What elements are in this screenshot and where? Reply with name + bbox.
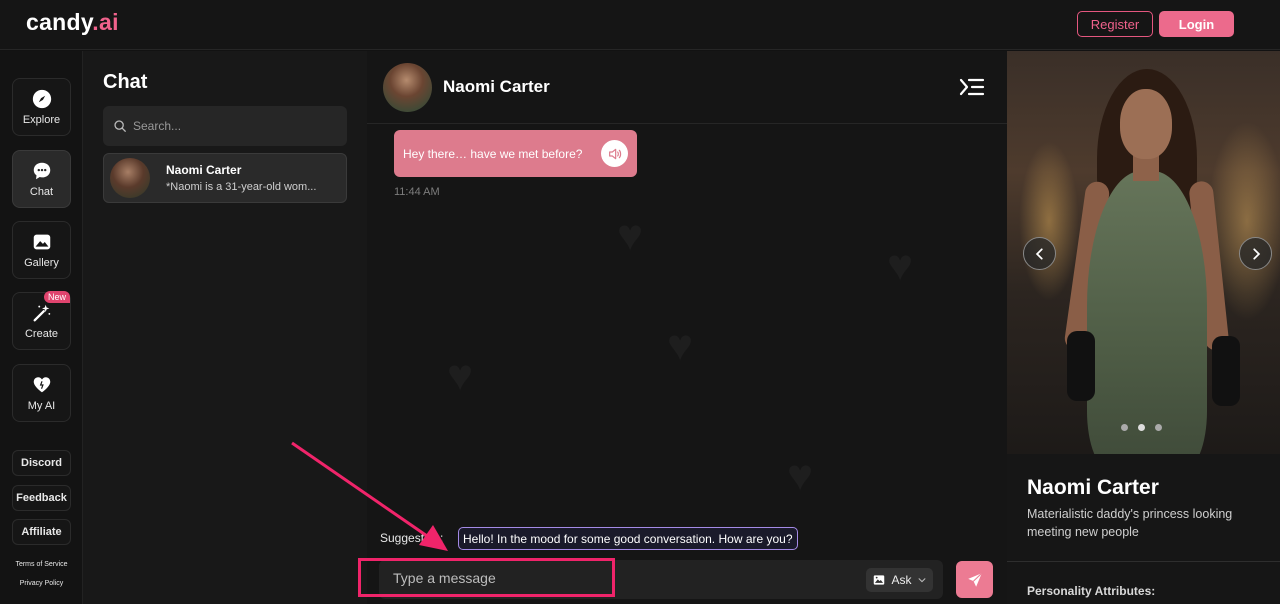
background-decoration: ♥ (887, 241, 914, 290)
logo[interactable]: candy.ai (26, 9, 119, 36)
nav-label: Create (24, 328, 59, 340)
carousel-prev-button[interactable] (1023, 237, 1056, 270)
search-icon (114, 120, 126, 132)
avatar (110, 158, 150, 198)
chevron-right-icon (1252, 247, 1260, 260)
profile-name: Naomi Carter (1027, 476, 1159, 499)
feedback-link[interactable]: Feedback (12, 485, 71, 511)
background-decoration: ♥ (447, 351, 474, 400)
nav-explore[interactable]: Explore (12, 78, 71, 136)
background-decoration: ♥ (667, 321, 694, 370)
chat-item-name: Naomi Carter (166, 163, 242, 177)
search-input[interactable] (133, 119, 333, 133)
chat-header: Naomi Carter (367, 51, 1007, 124)
chat-item-preview: *Naomi is a 31-year-old wom... (166, 181, 317, 193)
left-nav: Explore Chat Gallery New Create My AI Di… (0, 51, 83, 604)
nav-my-ai[interactable]: My AI (12, 364, 71, 422)
image-icon (874, 575, 885, 585)
register-button[interactable]: Register (1077, 11, 1153, 37)
background-decoration: ♥ (617, 211, 644, 260)
sidebar-toggle-icon[interactable] (959, 77, 985, 97)
login-button[interactable]: Login (1159, 11, 1234, 37)
search-box[interactable] (103, 106, 347, 146)
avatar[interactable] (383, 63, 432, 112)
chat-main: ♥ ♥ ♥ ♥ ♥ Naomi Carter Hey there… have w… (367, 51, 1007, 604)
chat-list-title: Chat (103, 71, 148, 93)
annotation-highlight-box (358, 558, 615, 597)
magic-wand-icon (33, 304, 50, 322)
discord-link[interactable]: Discord (12, 450, 71, 476)
nav-gallery[interactable]: Gallery (12, 221, 71, 279)
affiliate-link[interactable]: Affiliate (12, 519, 71, 545)
character-photo (1007, 51, 1280, 454)
suggestion-label: Suggestion: (380, 531, 444, 545)
nav-label: Explore (22, 114, 61, 126)
message-bubble: Hey there… have we met before? (394, 130, 637, 177)
ask-label: Ask (891, 573, 912, 587)
send-icon (967, 572, 982, 587)
profile-description: Materialistic daddy's princess looking m… (1027, 507, 1233, 539)
carousel-next-button[interactable] (1239, 237, 1272, 270)
new-badge: New (43, 291, 70, 303)
chat-list-panel: Chat Naomi Carter *Naomi is a 31-year-ol… (83, 51, 367, 604)
nav-label: Gallery (24, 257, 59, 269)
carousel-dots (1121, 424, 1162, 431)
nav-create[interactable]: New Create (12, 291, 71, 350)
nav-label: My AI (27, 400, 56, 412)
message-timestamp: 11:44 AM (394, 186, 440, 198)
carousel-dot[interactable] (1155, 424, 1162, 431)
suggestion-chip[interactable]: Hello! In the mood for some good convers… (458, 527, 798, 550)
ask-dropdown[interactable]: Ask (866, 568, 933, 592)
compass-icon (32, 89, 51, 109)
personality-attributes-heading: Personality Attributes: (1027, 584, 1156, 598)
gallery-icon (33, 234, 50, 250)
chat-list-item[interactable]: Naomi Carter *Naomi is a 31-year-old wom… (103, 153, 347, 203)
heart-icon (33, 377, 50, 393)
top-bar: candy.ai Register Login (0, 0, 1280, 50)
carousel-dot[interactable] (1121, 424, 1128, 431)
background-decoration: ♥ (787, 451, 814, 500)
terms-link[interactable]: Terms of Service (0, 561, 83, 568)
chevron-left-icon (1035, 247, 1043, 260)
speaker-button[interactable] (601, 140, 628, 167)
speaker-icon (608, 148, 621, 159)
character-name: Naomi Carter (443, 77, 550, 96)
privacy-link[interactable]: Privacy Policy (0, 580, 83, 587)
nav-chat[interactable]: Chat (12, 150, 71, 208)
chevron-down-icon (918, 578, 925, 583)
nav-label: Chat (29, 186, 54, 198)
send-button[interactable] (956, 561, 993, 598)
divider (1007, 561, 1280, 562)
profile-panel: Naomi Carter Materialistic daddy's princ… (1007, 51, 1280, 604)
chat-bubble-icon (33, 162, 50, 180)
message-text: Hey there… have we met before? (403, 146, 583, 161)
carousel-dot[interactable] (1138, 424, 1145, 431)
